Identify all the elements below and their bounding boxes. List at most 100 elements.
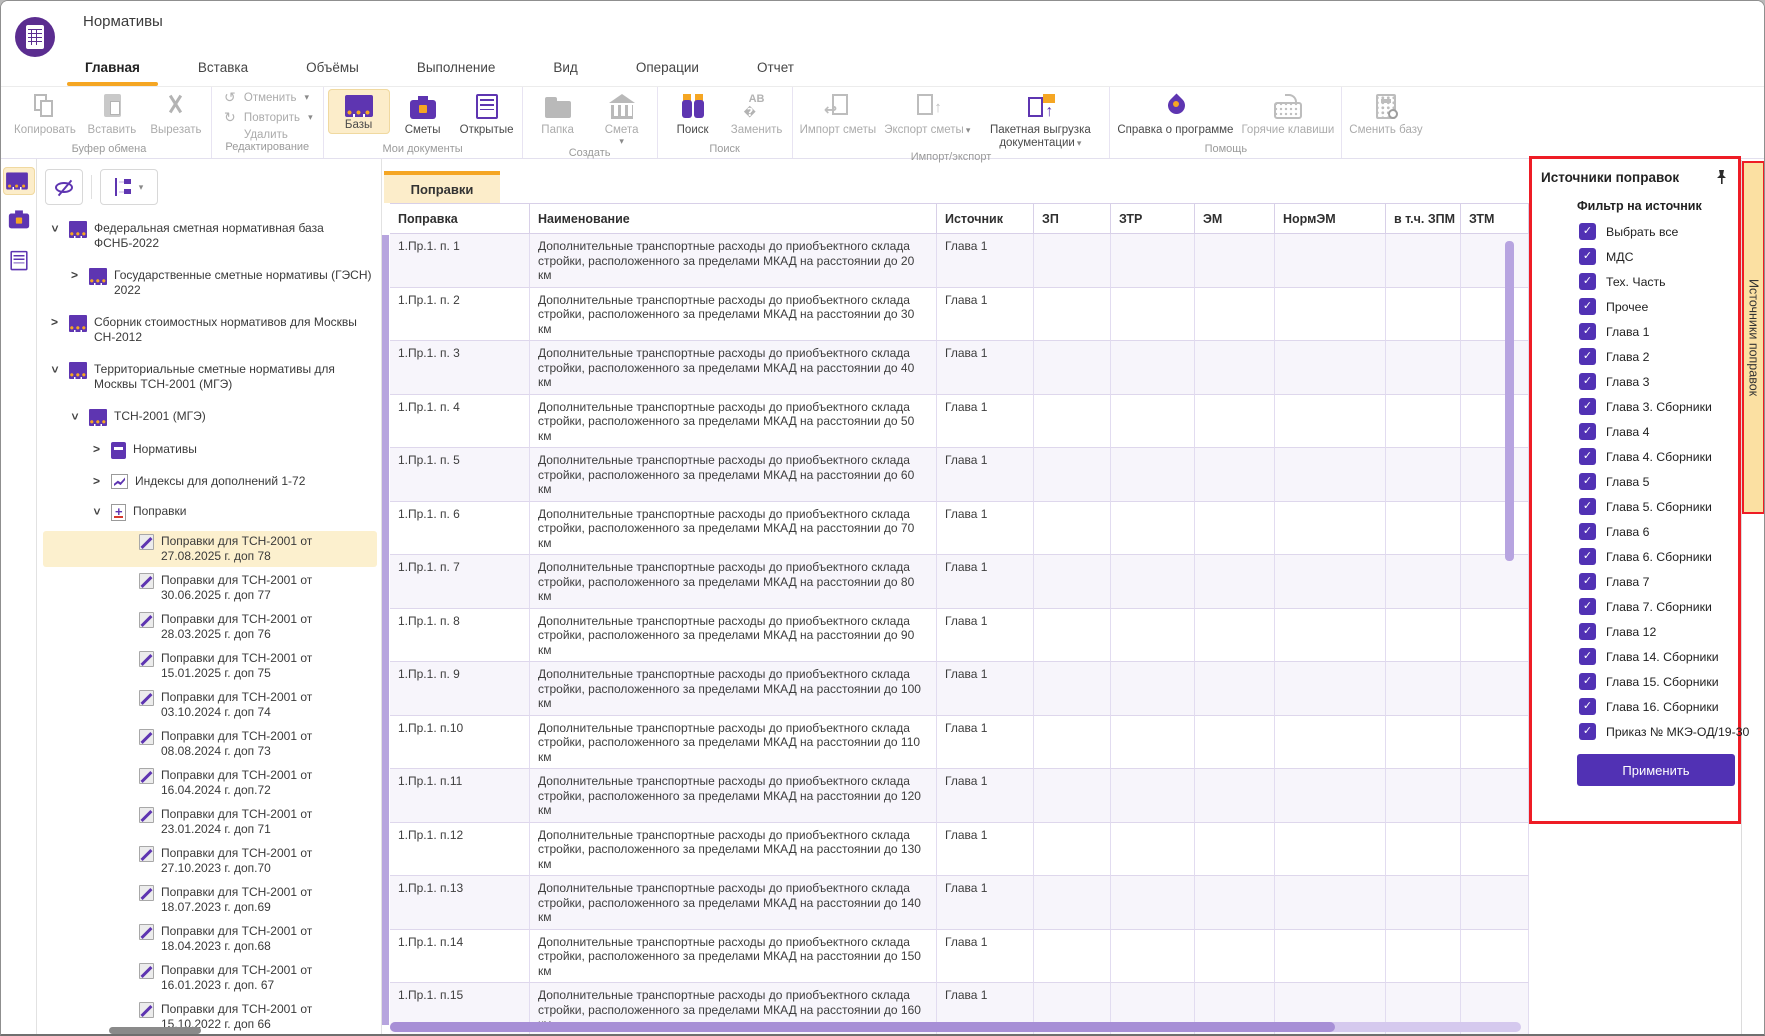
tree-expand-arrow-icon[interactable] [71,409,89,424]
ribbon-small-button[interactable]: ↻ Повторить ▾ [222,109,313,126]
checkbox-checked-icon[interactable] [1579,448,1596,465]
tree-expand-arrow-icon[interactable] [71,268,89,283]
table-row[interactable]: 1.Пр.1. п. 8 Дополнительные транспортные… [390,609,1529,663]
checkbox-checked-icon[interactable] [1579,673,1596,690]
tree-expand-arrow-icon[interactable] [51,362,69,377]
tree-item[interactable]: Поправки для ТСН-2001 от 23.01.2024 г. д… [43,804,377,840]
filter-checkbox-item[interactable]: Глава 3. Сборники [1579,394,1738,419]
ribbon-small-button[interactable]: Удалить ▾ [222,129,313,141]
checkbox-checked-icon[interactable] [1579,223,1596,240]
side-tab-sources[interactable]: Источники поправок [1742,161,1765,514]
filter-checkbox-item[interactable]: Приказ № МКЭ-ОД/19-30 [1579,719,1738,744]
column-header[interactable]: Наименование [530,204,937,234]
checkbox-checked-icon[interactable] [1579,323,1596,340]
filter-checkbox-item[interactable]: Прочее [1579,294,1738,319]
rail-button[interactable] [3,201,35,237]
tree-expand-arrow-icon[interactable] [93,474,111,489]
tree-item[interactable]: Территориальные сметные нормативы для Мо… [43,356,377,398]
tree-horizontal-scrollbar[interactable] [109,1027,201,1034]
ribbon-button[interactable]: Сменить базу▾ [1346,89,1425,139]
column-header[interactable]: ЭМ [1195,204,1275,234]
table-row[interactable]: 1.Пр.1. п. 7 Дополнительные транспортные… [390,555,1529,609]
table-row[interactable]: 1.Пр.1. п.12 Дополнительные транспортные… [390,823,1529,877]
checkbox-checked-icon[interactable] [1579,273,1596,290]
table-horizontal-scrollbar[interactable] [390,1022,1521,1032]
ribbon-small-button[interactable]: ↺ Отменить ▾ [222,89,313,106]
table-vertical-scrollbar[interactable] [1505,241,1514,561]
checkbox-checked-icon[interactable] [1579,548,1596,565]
menu-tab[interactable]: Операции [632,53,703,86]
tree-expand-arrow-icon[interactable] [51,221,69,236]
filter-checkbox-item[interactable]: Глава 4. Сборники [1579,444,1738,469]
tree-item[interactable]: Индексы для дополнений 1-72 [43,469,377,494]
checkbox-checked-icon[interactable] [1579,623,1596,640]
tree-item[interactable]: Поправки для ТСН-2001 от 15.10.2022 г. д… [43,999,377,1035]
checkbox-checked-icon[interactable] [1579,523,1596,540]
tree-expand-arrow-icon[interactable] [93,442,111,457]
filter-checkbox-item[interactable]: Глава 1 [1579,319,1738,344]
ribbon-button[interactable]: Папка▾ ▾ [527,89,589,139]
menu-tab[interactable]: Объёмы [302,53,363,86]
filter-checkbox-item[interactable]: Глава 15. Сборники [1579,669,1738,694]
table-row[interactable]: 1.Пр.1. п. 9 Дополнительные транспортные… [390,662,1529,716]
filter-checkbox-item[interactable]: Глава 5. Сборники [1579,494,1738,519]
table-row[interactable]: 1.Пр.1. п. 2 Дополнительные транспортные… [390,288,1529,342]
ribbon-button[interactable]: Смета▾ ▾ [591,89,653,147]
table-row[interactable]: 1.Пр.1. п.10 Дополнительные транспортные… [390,716,1529,770]
column-header[interactable]: ЗТМ [1461,204,1529,234]
tree-item[interactable]: Поправки для ТСН-2001 от 28.03.2025 г. д… [43,609,377,645]
tree-structure-button[interactable]: ▾ [100,169,158,205]
tree-item[interactable]: Поправки для ТСН-2001 от 27.10.2023 г. д… [43,843,377,879]
tree-item[interactable]: Поправки для ТСН-2001 от 27.08.2025 г. д… [43,531,377,567]
rail-button[interactable] [3,243,35,279]
ribbon-button[interactable]: Пакетная выгрузка документации▾ [975,89,1105,151]
checkbox-checked-icon[interactable] [1579,723,1596,740]
tree-item[interactable]: Поправки для ТСН-2001 от 16.01.2023 г. д… [43,960,377,996]
tree-item[interactable]: Поправки для ТСН-2001 от 16.04.2024 г. д… [43,765,377,801]
tree-expand-arrow-icon[interactable] [93,504,111,519]
tree-item[interactable]: Поправки [43,499,377,526]
tree-item[interactable]: Поправки для ТСН-2001 от 18.07.2023 г. д… [43,882,377,918]
ribbon-button[interactable]: Открытые▾ [456,89,518,139]
tree-item[interactable]: Поправки для ТСН-2001 от 30.06.2025 г. д… [43,570,377,606]
table-row[interactable]: 1.Пр.1. п. 4 Дополнительные транспортные… [390,395,1529,449]
filter-checkbox-item[interactable]: Глава 6 [1579,519,1738,544]
tree-expand-arrow-icon[interactable] [51,315,69,330]
filter-checkbox-item[interactable]: Тех. Часть [1579,269,1738,294]
table-row[interactable]: 1.Пр.1. п. 6 Дополнительные транспортные… [390,502,1529,556]
ribbon-button[interactable]: Горячие клавиши▾ [1238,89,1337,139]
menu-tab[interactable]: Выполнение [413,53,500,86]
checkbox-checked-icon[interactable] [1579,573,1596,590]
checkbox-checked-icon[interactable] [1579,423,1596,440]
ribbon-button[interactable]: Импорт сметы▾ [797,89,880,139]
rail-button[interactable] [3,167,35,195]
filter-checkbox-item[interactable]: Глава 6. Сборники [1579,544,1738,569]
filter-checkbox-item[interactable]: Глава 12 [1579,619,1738,644]
menu-tab[interactable]: Отчет [753,53,798,86]
ribbon-button[interactable]: Справка о программе▾ [1114,89,1236,139]
document-tab-popravki[interactable]: Поправки [384,171,500,203]
filter-checkbox-item[interactable]: МДС [1579,244,1738,269]
checkbox-checked-icon[interactable] [1579,398,1596,415]
tree-item[interactable]: Нормативы [43,437,377,464]
column-header[interactable]: в т.ч. ЗПМ [1386,204,1461,234]
column-header[interactable]: ЗП [1034,204,1111,234]
column-header[interactable]: ЗТР [1111,204,1195,234]
checkbox-checked-icon[interactable] [1579,373,1596,390]
checkbox-checked-icon[interactable] [1579,473,1596,490]
tree-item[interactable]: Поправки для ТСН-2001 от 03.10.2024 г. д… [43,687,377,723]
table-row[interactable]: 1.Пр.1. п. 3 Дополнительные транспортные… [390,341,1529,395]
table-row[interactable]: 1.Пр.1. п. 5 Дополнительные транспортные… [390,448,1529,502]
table-row[interactable]: 1.Пр.1. п. 1 Дополнительные транспортные… [390,234,1529,288]
table-row[interactable]: 1.Пр.1. п.13 Дополнительные транспортные… [390,876,1529,930]
tree-item[interactable]: Сборник стоимостных нормативов для Москв… [43,309,377,351]
filter-checkbox-item[interactable]: Глава 14. Сборники [1579,644,1738,669]
menu-tab[interactable]: Вставка [194,53,252,86]
hide-panel-button[interactable] [45,169,83,205]
pin-icon[interactable] [1715,169,1728,185]
checkbox-checked-icon[interactable] [1579,248,1596,265]
table-row[interactable]: 1.Пр.1. п.11 Дополнительные транспортные… [390,769,1529,823]
ribbon-button[interactable]: Базы▾ [328,89,390,134]
checkbox-checked-icon[interactable] [1579,698,1596,715]
checkbox-checked-icon[interactable] [1579,598,1596,615]
